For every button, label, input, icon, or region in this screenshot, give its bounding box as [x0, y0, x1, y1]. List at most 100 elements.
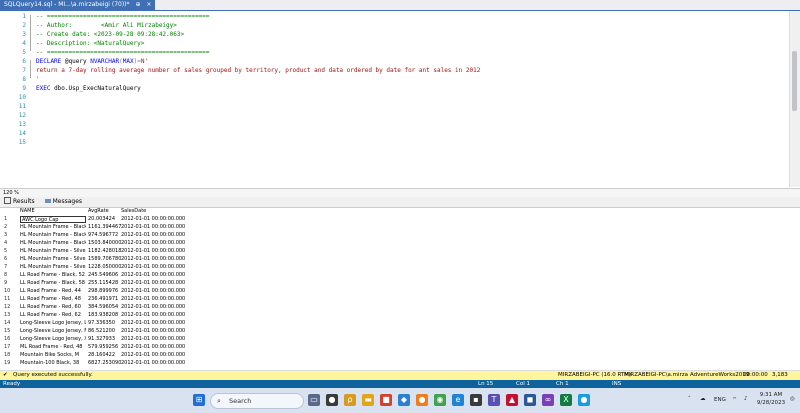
- column-header[interactable]: NAME: [20, 208, 86, 215]
- language-indicator[interactable]: ENG: [714, 397, 726, 403]
- row-number[interactable]: 10: [4, 288, 18, 295]
- table-cell[interactable]: LL Road Frame - Red, 60: [20, 304, 86, 311]
- row-number[interactable]: 11: [4, 296, 18, 303]
- row-number[interactable]: 13: [4, 312, 18, 319]
- table-cell[interactable]: 2012-01-01 00:00:00.000: [121, 344, 191, 351]
- query-editor[interactable]: 1 2 3 4 5 6 7 8 9 10 11 12 13 14 15 -- ===============…: [0, 11, 790, 187]
- table-cell[interactable]: 97.336350: [88, 320, 121, 327]
- tab-sqlquery14[interactable]: SQLQuery14.sql - MI...\a.mirzabeigi (70)…: [0, 0, 156, 10]
- row-number[interactable]: 4: [4, 240, 18, 247]
- code-line[interactable]: -- Description: <NaturalQuery>: [36, 39, 144, 48]
- table-cell[interactable]: 2012-01-01 00:00:00.000: [121, 296, 191, 303]
- row-number[interactable]: 14: [4, 320, 18, 327]
- row-number[interactable]: 18: [4, 352, 18, 359]
- table-row[interactable]: 11 LL Road Frame - Red, 48 236.491971 2012-…: [0, 296, 800, 303]
- scrollbar-thumb[interactable]: [792, 51, 797, 111]
- code-line[interactable]: DECLARE @query NVARCHAR(MAX)=N': [36, 57, 148, 66]
- teams-icon[interactable]: T: [488, 394, 500, 406]
- ssms-icon[interactable]: ▲: [506, 394, 518, 406]
- clock-time[interactable]: 9:31 AM: [756, 392, 786, 398]
- table-cell[interactable]: 579.959256: [88, 344, 121, 351]
- table-cell[interactable]: ML Road Frame - Red, 48: [20, 344, 86, 351]
- chrome-icon[interactable]: ◉: [434, 394, 446, 406]
- search-app-icon[interactable]: ρ: [344, 394, 356, 406]
- table-cell[interactable]: 384.596054: [88, 304, 121, 311]
- table-cell[interactable]: 2012-01-01 00:00:00.000: [121, 352, 191, 359]
- table-cell[interactable]: 183.938208: [88, 312, 121, 319]
- table-cell[interactable]: LL Road Frame - Red, 62: [20, 312, 86, 319]
- cloud-icon[interactable]: ☁: [700, 396, 706, 402]
- table-row[interactable]: 5HL Mountain Frame - Silver, 381182.4280…: [0, 248, 800, 255]
- terminal-icon[interactable]: ▪: [470, 394, 482, 406]
- table-row[interactable]: 2HL Mountain Frame - Black, 381161.39446…: [0, 224, 800, 231]
- table-row[interactable]: 14 Long-Sleeve Logo Jersey, L 97.336350 201…: [0, 320, 800, 327]
- table-cell[interactable]: Long-Sleeve Logo Jersey, XL: [20, 336, 86, 343]
- row-number[interactable]: 1: [4, 216, 18, 223]
- table-cell[interactable]: 2012-01-01 00:00:00.000: [121, 280, 191, 287]
- table-cell[interactable]: HL Mountain Frame - Black, 48: [20, 240, 86, 247]
- row-number[interactable]: 17: [4, 344, 18, 351]
- code-line[interactable]: return a 7-day rolling average number of…: [36, 66, 480, 75]
- code-line[interactable]: ': [36, 75, 40, 84]
- app3-icon[interactable]: ●: [578, 394, 590, 406]
- code-line[interactable]: -- Create date: <2023-09-28 09:28:42.063…: [36, 30, 184, 39]
- table-cell[interactable]: 1228.050000: [88, 264, 121, 271]
- row-number[interactable]: 9: [4, 280, 18, 287]
- edge-icon[interactable]: e: [452, 394, 464, 406]
- table-row[interactable]: 18 Mountain Bike Socks, M 28.160422 2012-01…: [0, 352, 800, 359]
- column-header[interactable]: SalesDate: [121, 208, 191, 215]
- code-line[interactable]: -- =====================================…: [36, 12, 209, 21]
- table-cell[interactable]: LL Road Frame - Red, 44: [20, 288, 86, 295]
- code-line[interactable]: EXEC dbo.Usp_ExecNaturalQuery: [36, 84, 141, 93]
- table-cell[interactable]: 2012-01-01 00:00:00.000: [121, 312, 191, 319]
- table-row[interactable]: 15 Long-Sleeve Logo Jersey, M 86.521200 201…: [0, 328, 800, 335]
- file-explorer-icon[interactable]: ▬: [362, 394, 374, 406]
- table-cell[interactable]: HL Mountain Frame - Silver, 38: [20, 248, 86, 255]
- table-cell[interactable]: HL Mountain Frame - Silver, 48: [20, 264, 86, 271]
- app-icon[interactable]: ■: [380, 394, 392, 406]
- table-cell[interactable]: Mountain-100 Black, 38: [20, 360, 86, 367]
- row-number[interactable]: 12: [4, 304, 18, 311]
- table-row[interactable]: 19 Mountain-100 Black, 38 6827.253090 2012-…: [0, 360, 800, 367]
- table-cell[interactable]: HL Mountain Frame - Black, 42: [20, 232, 86, 239]
- firefox-icon[interactable]: ●: [416, 394, 428, 406]
- table-cell[interactable]: 2012-01-01 00:00:00.000: [121, 232, 191, 239]
- table-cell[interactable]: Long-Sleeve Logo Jersey, L: [20, 320, 86, 327]
- table-cell[interactable]: 2012-01-01 00:00:00.000: [121, 336, 191, 343]
- row-number[interactable]: 8: [4, 272, 18, 279]
- table-cell[interactable]: 2012-01-01 00:00:00.000: [121, 216, 191, 223]
- table-cell[interactable]: 2012-01-01 00:00:00.000: [121, 360, 191, 367]
- table-row[interactable]: 13 LL Road Frame - Red, 62 183.938208 2012-…: [0, 312, 800, 319]
- excel-icon[interactable]: X: [560, 394, 572, 406]
- table-cell[interactable]: 2012-01-01 00:00:00.000: [121, 328, 191, 335]
- table-cell[interactable]: LL Road Frame - Black, 52: [20, 272, 86, 279]
- store-icon[interactable]: ◆: [398, 394, 410, 406]
- table-cell[interactable]: 1503.840000: [88, 240, 121, 247]
- notification-icon[interactable]: ◎: [790, 396, 795, 402]
- close-icon[interactable]: ×: [146, 1, 151, 8]
- table-cell[interactable]: Long-Sleeve Logo Jersey, M: [20, 328, 86, 335]
- table-cell[interactable]: 6827.253090: [88, 360, 121, 367]
- table-row[interactable]: 1 AWC Logo Cap 20.003424 2012-01-01 00:00:0…: [0, 216, 800, 224]
- widget-icon[interactable]: ●: [326, 394, 338, 406]
- table-cell[interactable]: LL Road Frame - Black, 58: [20, 280, 86, 287]
- table-row[interactable]: 4HL Mountain Frame - Black, 481503.84000…: [0, 240, 800, 247]
- taskbar-search[interactable]: ⌕ Search: [210, 393, 304, 409]
- table-cell[interactable]: 974.596772: [88, 232, 121, 239]
- table-row[interactable]: 16 Long-Sleeve Logo Jersey, XL 91.327933 20…: [0, 336, 800, 343]
- table-cell[interactable]: 245.549606: [88, 272, 121, 279]
- table-cell[interactable]: 91.327933: [88, 336, 121, 343]
- table-cell[interactable]: 2012-01-01 00:00:00.000: [121, 264, 191, 271]
- table-cell[interactable]: 1161.394467: [88, 224, 121, 231]
- row-number[interactable]: 7: [4, 264, 18, 271]
- table-cell[interactable]: 2012-01-01 00:00:00.000: [121, 256, 191, 263]
- table-row[interactable]: 3HL Mountain Frame - Black, 42974.596772…: [0, 232, 800, 239]
- table-cell[interactable]: 2012-01-01 00:00:00.000: [121, 224, 191, 231]
- table-cell[interactable]: 2012-01-01 00:00:00.000: [121, 240, 191, 247]
- row-number[interactable]: 19: [4, 360, 18, 367]
- results-grid[interactable]: NAME AvgRate SalesDate 1 AWC Logo Cap 20.0034…: [0, 208, 800, 368]
- pin-icon[interactable]: ⊕: [135, 1, 140, 8]
- table-cell[interactable]: 2012-01-01 00:00:00.000: [121, 248, 191, 255]
- table-cell[interactable]: 1182.428018: [88, 248, 121, 255]
- table-cell[interactable]: 2012-01-01 00:00:00.000: [121, 304, 191, 311]
